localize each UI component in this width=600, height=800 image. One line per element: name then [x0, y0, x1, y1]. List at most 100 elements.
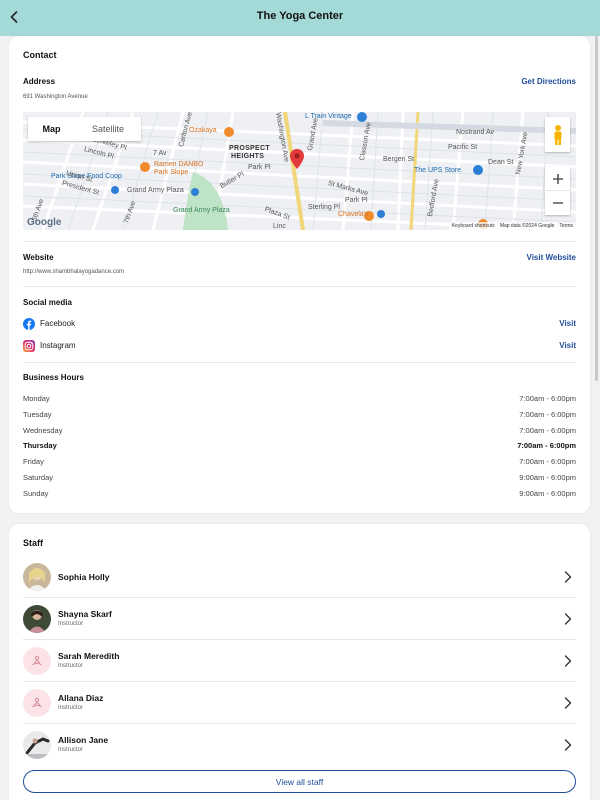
divider	[23, 362, 576, 363]
map-label-ozakaya: Ozakaya	[189, 127, 217, 134]
view-all-staff-button[interactable]: View all staff	[23, 770, 576, 793]
staff-role: Instructor	[58, 705, 84, 711]
divider	[23, 286, 576, 287]
satellite-view-button[interactable]: Satellite	[75, 117, 141, 141]
avatar	[23, 731, 51, 759]
hours-day: Thursday	[23, 441, 57, 450]
staff-row[interactable]: Sophia Holly	[23, 556, 576, 598]
social-media-title: Social media	[23, 298, 72, 307]
avatar	[23, 563, 51, 591]
staff-title: Staff	[23, 538, 43, 548]
instagram-visit-link[interactable]: Visit	[559, 341, 576, 350]
facebook-visit-link[interactable]: Visit	[559, 319, 576, 328]
top-bar: The Yoga Center	[0, 0, 600, 36]
map-label-park-pl: Park Pl	[345, 197, 368, 204]
chevron-right-icon	[564, 613, 572, 625]
address-label: Address	[23, 77, 56, 86]
divider	[23, 241, 576, 242]
hours-row-sunday: Sunday 9:00am - 6:00pm	[23, 489, 576, 503]
staff-role: Instructor	[58, 747, 84, 753]
hours-time: 7:00am - 6:00pm	[519, 457, 576, 466]
map-label-ups: The UPS Store	[414, 167, 462, 174]
map-attribution: Keyboard shortcuts Map data ©2024 Google…	[448, 222, 576, 230]
staff-name: Allison Jane	[58, 735, 109, 745]
staff-card: Staff Sophia Holly Shayna Skarf Instruct…	[9, 524, 590, 800]
hours-day: Saturday	[23, 473, 54, 482]
map-pin-icon[interactable]	[290, 149, 304, 174]
hours-day: Monday	[23, 394, 50, 403]
street-view-button[interactable]	[545, 117, 570, 152]
map-label-lincoln: Linc	[273, 223, 286, 230]
contact-title: Contact	[23, 50, 57, 60]
avatar-placeholder	[23, 689, 51, 717]
facebook-label: Facebook	[40, 319, 76, 328]
contact-card: Contact Address Get Directions 691 Washi…	[9, 36, 590, 513]
map-data-text: Map data ©2024 Google	[499, 223, 555, 229]
staff-name: Sarah Meredith	[58, 651, 120, 661]
hours-row-monday: Monday 7:00am - 6:00pm	[23, 394, 576, 408]
zoom-out-button[interactable]	[545, 191, 570, 215]
zoom-controls	[545, 167, 570, 215]
instagram-icon	[23, 340, 35, 352]
hours-day: Tuesday	[23, 410, 52, 419]
social-row-instagram: Instagram Visit	[23, 339, 576, 355]
page-title: The Yoga Center	[256, 10, 344, 22]
map-view-button[interactable]: Map	[28, 117, 75, 141]
address-value: 691 Washington Avenue	[23, 94, 88, 100]
website-url: http://www.shambhalayogadance.com	[23, 269, 125, 275]
staff-row[interactable]: Shayna Skarf Instructor	[23, 598, 576, 640]
map-label-prospect: PROSPECT	[229, 145, 270, 152]
hours-day: Sunday	[23, 489, 49, 498]
avatar	[23, 605, 51, 633]
staff-name: Shayna Skarf	[58, 609, 112, 619]
get-directions-link[interactable]: Get Directions	[521, 77, 576, 86]
avatar-placeholder	[23, 647, 51, 675]
staff-role: Instructor	[58, 621, 84, 627]
hours-row-wednesday: Wednesday 7:00am - 6:00pm	[23, 426, 576, 440]
business-hours-title: Business Hours	[23, 373, 84, 382]
staff-row[interactable]: Allana Diaz Instructor	[23, 682, 576, 724]
chevron-right-icon	[564, 571, 572, 583]
map-label-dean-st: Dean St	[488, 159, 514, 166]
pegman-icon	[554, 124, 561, 145]
website-label: Website	[23, 253, 54, 262]
plus-icon	[552, 173, 563, 184]
keyboard-shortcuts-link[interactable]: Keyboard shortcuts	[452, 223, 495, 229]
chevron-right-icon	[564, 739, 572, 751]
hours-row-thursday: Thursday 7:00am - 6:00pm	[23, 441, 576, 455]
map-label-chavelas: Chavela's	[338, 211, 369, 218]
map-label-ramen-1: Ramen DANBO	[154, 161, 204, 168]
staff-row[interactable]: Sarah Meredith Instructor	[23, 640, 576, 682]
map[interactable]: Ozakaya L Train Vintage Nostrand Av BR P…	[23, 112, 576, 230]
scrollbar[interactable]	[595, 36, 598, 381]
facebook-icon	[23, 318, 35, 330]
main-content[interactable]: Contact Address Get Directions 691 Washi…	[0, 36, 600, 800]
map-label-nostrand: Nostrand Av	[456, 129, 495, 136]
hours-day: Wednesday	[23, 426, 63, 435]
map-label-bergen-st: Bergen St	[383, 156, 415, 163]
zoom-in-button[interactable]	[545, 167, 570, 191]
map-label-7-av: 7 Av	[153, 150, 167, 157]
hours-time: 7:00am - 6:00pm	[517, 441, 576, 450]
map-label-sterling-pl: Sterling Pl	[308, 204, 340, 211]
hours-row-tuesday: Tuesday 7:00am - 6:00pm	[23, 410, 576, 424]
chevron-right-icon	[564, 655, 572, 667]
staff-name: Allana Diaz	[58, 693, 104, 703]
hours-row-saturday: Saturday 9:00am - 6:00pm	[23, 473, 576, 487]
staff-row[interactable]: Allison Jane Instructor	[23, 724, 576, 766]
visit-website-link[interactable]: Visit Website	[527, 253, 577, 262]
instagram-label: Instagram	[40, 341, 76, 350]
hours-time: 7:00am - 6:00pm	[519, 410, 576, 419]
hours-day: Friday	[23, 457, 44, 466]
yoga-pose-icon	[32, 697, 42, 708]
map-label-grand-army-plaza: Grand Army Plaza	[173, 207, 230, 214]
hours-row-friday: Friday 7:00am - 6:00pm	[23, 457, 576, 471]
social-row-facebook: Facebook Visit	[23, 317, 576, 333]
map-label-ramen-2: Park Slope	[154, 169, 189, 176]
terms-link[interactable]: Terms	[559, 223, 573, 229]
yoga-pose-icon	[32, 655, 42, 666]
map-label-pacific-st: Pacific St	[448, 144, 478, 151]
map-label-park-pl-2: Park Pl	[248, 164, 271, 171]
staff-role: Instructor	[58, 663, 84, 669]
hours-time: 7:00am - 6:00pm	[519, 394, 576, 403]
